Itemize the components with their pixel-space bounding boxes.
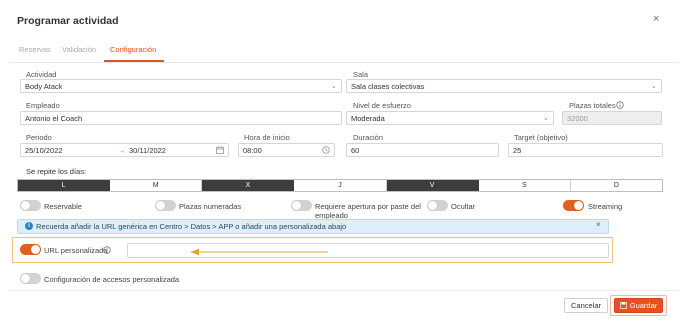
info-icon[interactable] <box>616 101 624 109</box>
footer-divider <box>10 290 678 291</box>
banner-close-icon[interactable]: × <box>596 220 601 229</box>
empleado-value: Antonio el Coach <box>25 114 83 123</box>
arrow-left-annotation <box>190 248 328 256</box>
tab-validacion[interactable]: Validación <box>62 45 96 54</box>
plazas-value: 32000 <box>567 114 588 123</box>
tab-configuracion[interactable]: Configuración <box>110 45 156 54</box>
tabs-divider <box>10 62 678 63</box>
apertura-toggle[interactable] <box>291 200 312 211</box>
streaming-toggle[interactable] <box>563 200 584 211</box>
day-monday[interactable]: L <box>18 180 111 191</box>
url-personalizada-label: URL personalizada <box>44 246 108 255</box>
chevron-down-icon: ⌄ <box>650 81 657 90</box>
periodo-label: Periodo <box>26 133 52 142</box>
target-label: Target (objetivo) <box>514 133 568 142</box>
ocultar-label: Ocultar <box>451 202 476 211</box>
sala-value: Sala clases colectivas <box>351 82 425 91</box>
day-saturday[interactable]: S <box>479 180 571 191</box>
periodo-end: 30/11/2022 <box>129 146 166 155</box>
save-button[interactable]: Guardar <box>614 298 663 313</box>
calendar-icon[interactable] <box>216 146 224 154</box>
chevron-down-icon: ⌄ <box>330 81 337 90</box>
config-accesos-toggle[interactable] <box>20 273 41 284</box>
periodo-start: 25/10/2022 <box>25 146 63 155</box>
ocultar-toggle[interactable] <box>427 200 448 211</box>
reservable-toggle[interactable] <box>20 200 41 211</box>
config-accesos-label: Configuración de accesos personalizada <box>44 275 180 284</box>
sala-select[interactable]: Sala clases colectivas ⌄ <box>346 79 662 93</box>
save-label: Guardar <box>629 301 658 310</box>
save-icon <box>619 302 627 309</box>
hora-label: Hora de inicio <box>244 133 290 142</box>
duracion-input[interactable]: 60 <box>346 143 499 157</box>
day-friday[interactable]: V <box>386 180 479 191</box>
day-sunday[interactable]: D <box>571 180 662 191</box>
actividad-label: Actividad <box>26 70 57 79</box>
actividad-select[interactable]: Body Atack ⌄ <box>20 79 342 93</box>
close-icon[interactable]: × <box>653 14 659 25</box>
info-icon: i <box>25 222 33 230</box>
weekday-selector: L M X J V S D <box>17 179 663 192</box>
info-banner-text: Recuerda añadir la URL genérica en Centr… <box>36 222 347 231</box>
target-value: 25 <box>513 146 522 155</box>
reservable-label: Reservable <box>44 202 82 211</box>
day-wednesday[interactable]: X <box>202 180 295 191</box>
plazas-input: 32000 <box>562 111 662 125</box>
clock-icon <box>322 146 330 154</box>
info-icon[interactable] <box>103 246 111 254</box>
nivel-label: Nivel de esfuerzo <box>353 101 411 110</box>
duracion-value: 60 <box>351 146 360 155</box>
target-input[interactable]: 25 <box>508 143 663 157</box>
nivel-value: Moderada <box>351 114 385 123</box>
url-personalizada-toggle[interactable] <box>20 244 41 255</box>
nivel-select[interactable]: Moderada ⌄ <box>346 111 554 125</box>
empleado-select[interactable]: Antonio el Coach <box>20 111 342 125</box>
streaming-label: Streaming <box>588 202 623 211</box>
days-label: Se repite los días: <box>26 167 87 176</box>
periodo-range[interactable]: 25/10/2022 → 30/11/2022 <box>20 143 229 157</box>
dialog-title: Programar actividad <box>17 15 119 27</box>
tab-reservas[interactable]: Reservas <box>19 45 51 54</box>
hora-input[interactable]: 08:00 <box>238 143 335 157</box>
apertura-label-line1: Requiere apertura por paste del <box>315 202 421 211</box>
actividad-value: Body Atack <box>25 82 63 91</box>
hora-value: 08:00 <box>243 146 262 155</box>
plazas-numeradas-toggle[interactable] <box>155 200 176 211</box>
empleado-label: Empleado <box>26 101 60 110</box>
duracion-label: Duración <box>353 133 384 142</box>
day-thursday[interactable]: J <box>294 180 387 191</box>
chevron-down-icon: ⌄ <box>542 113 549 122</box>
arrow-right-icon: → <box>118 146 126 155</box>
cancel-button[interactable]: Cancelar <box>564 298 608 313</box>
plazas-label: Plazas totales <box>569 101 616 110</box>
plazas-numeradas-label: Plazas numeradas <box>179 202 242 211</box>
sala-label: Sala <box>353 70 369 79</box>
day-tuesday[interactable]: M <box>110 180 203 191</box>
